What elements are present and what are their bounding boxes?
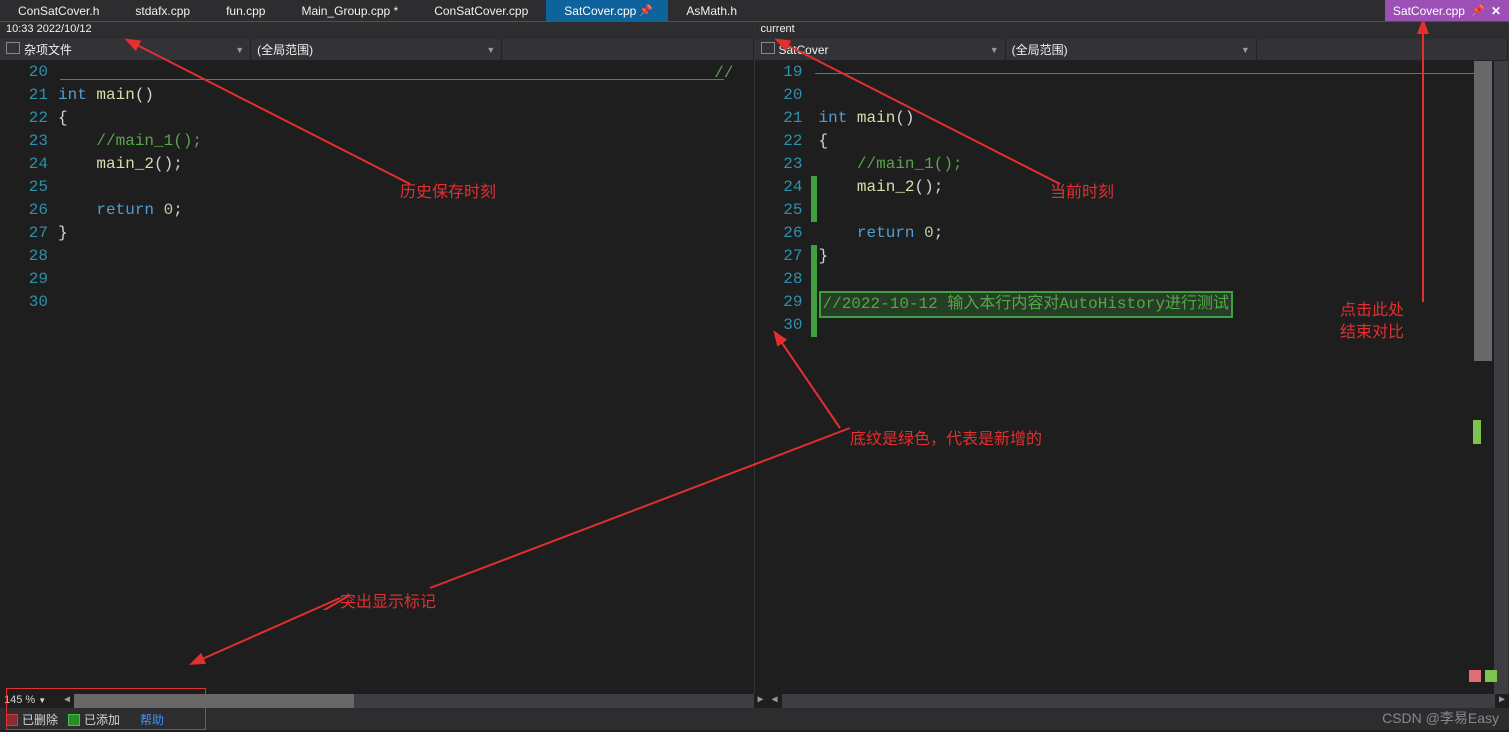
divider-line	[60, 79, 724, 80]
split-view: 10:33 2022/10/12 杂项文件 ▼ (全局范围) ▼ // 2021…	[0, 22, 1509, 694]
help-link[interactable]: 帮助	[140, 711, 164, 728]
h-scroll-right[interactable]	[782, 694, 1495, 708]
nav-scope-label: (全局范围)	[257, 41, 313, 58]
tab-consatcover-cpp[interactable]: ConSatCover.cpp	[416, 0, 546, 21]
tab-asmath[interactable]: AsMath.h	[668, 0, 755, 21]
h-scroll-left[interactable]	[74, 694, 754, 708]
chevron-down-icon: ▼	[235, 45, 244, 55]
chevron-down-icon: ▼	[1241, 45, 1250, 55]
tab-bar: ConSatCover.h stdafx.cpp fun.cpp Main_Gr…	[0, 0, 1509, 22]
compare-label: SatCover.cpp	[1393, 4, 1465, 18]
scroll-left-arrow[interactable]: ◀	[60, 694, 74, 708]
nav-combo-scope-r[interactable]: (全局范围) ▼	[1006, 39, 1257, 60]
divider-line	[815, 73, 1479, 74]
scroll-right-arrow[interactable]: ▶	[754, 694, 768, 708]
nav-combo-empty-r[interactable]	[1257, 39, 1508, 60]
chevron-down-icon: ▼	[38, 696, 46, 705]
watermark: CSDN @李易Easy	[1382, 708, 1499, 728]
vertical-scrollbar[interactable]	[1474, 61, 1492, 361]
scroll-thumb[interactable]	[74, 694, 354, 708]
added-swatch-icon	[68, 714, 80, 726]
left-pane: 10:33 2022/10/12 杂项文件 ▼ (全局范围) ▼ // 2021…	[0, 22, 755, 694]
class-icon	[761, 42, 775, 54]
deleted-swatch-icon	[6, 714, 18, 726]
close-icon[interactable]: ✕	[1491, 4, 1501, 18]
zoom-value: 145 %	[4, 694, 35, 706]
tab-consatcover-h[interactable]: ConSatCover.h	[0, 0, 117, 21]
overview-ruler-marks	[1495, 40, 1509, 692]
right-pane: current SatCover ▼ (全局范围) ▼ 192021222324…	[755, 22, 1509, 694]
deleted-legend: 已删除	[6, 711, 58, 728]
editor-right[interactable]: 192021222324252627282930 int main(){ //m…	[755, 61, 1509, 694]
ruler-mark-added[interactable]	[1473, 420, 1481, 444]
chevron-down-icon: ▼	[486, 45, 495, 55]
gutter-left: 2021222324252627282930	[0, 61, 56, 694]
scroll-left-arrow-r[interactable]: ◀	[768, 694, 782, 708]
tab-satcover-active[interactable]: SatCover.cpp 📌	[546, 0, 668, 21]
nav-combo-class[interactable]: SatCover ▼	[755, 39, 1006, 60]
editor-left[interactable]: // 2021222324252627282930 int main(){ //…	[0, 61, 754, 694]
chevron-down-icon: ▼	[990, 45, 999, 55]
added-legend: 已添加	[68, 711, 120, 728]
nav-project-label: 杂项文件	[24, 43, 72, 57]
tab-label: SatCover.cpp	[564, 4, 636, 18]
pin-icon[interactable]: 📌	[1471, 4, 1485, 17]
zoom-level[interactable]: 145 % ▼	[0, 694, 60, 708]
comment-end: //	[714, 64, 733, 82]
nav-combo-empty[interactable]	[502, 39, 753, 60]
deleted-label: 已删除	[22, 713, 58, 727]
tab-stdafx[interactable]: stdafx.cpp	[117, 0, 208, 21]
code-left[interactable]: int main(){ //main_1(); main_2(); return…	[56, 61, 754, 694]
scroll-right-arrow-r[interactable]: ▶	[1495, 694, 1509, 708]
folder-icon	[6, 42, 20, 54]
nav-bar-right: SatCover ▼ (全局范围) ▼	[755, 39, 1509, 61]
current-header: current	[755, 22, 1509, 39]
history-timestamp: 10:33 2022/10/12	[0, 22, 754, 39]
code-right[interactable]: int main(){ //main_1(); main_2(); return…	[817, 61, 1509, 694]
compare-indicator[interactable]: SatCover.cpp 📌 ✕	[1385, 0, 1509, 21]
nav-bar-left: 杂项文件 ▼ (全局范围) ▼	[0, 39, 754, 61]
ruler-mark-added[interactable]	[1485, 670, 1497, 682]
diff-legend: 已删除 已添加 帮助	[0, 708, 1509, 730]
gutter-right: 192021222324252627282930	[755, 61, 811, 694]
nav-class-label: SatCover	[779, 43, 829, 57]
added-label: 已添加	[84, 713, 120, 727]
bottom-bar: 145 % ▼ ◀ ▶ ◀ ▶	[0, 694, 1509, 708]
tab-fun[interactable]: fun.cpp	[208, 0, 283, 21]
pin-icon[interactable]: 📌	[636, 4, 650, 17]
nav-combo-scope[interactable]: (全局范围) ▼	[251, 39, 502, 60]
ruler-mark-deleted[interactable]	[1469, 670, 1481, 682]
nav-combo-project[interactable]: 杂项文件 ▼	[0, 39, 251, 60]
tab-maingroup[interactable]: Main_Group.cpp *	[283, 0, 416, 21]
nav-scope-label-r: (全局范围)	[1012, 41, 1068, 58]
